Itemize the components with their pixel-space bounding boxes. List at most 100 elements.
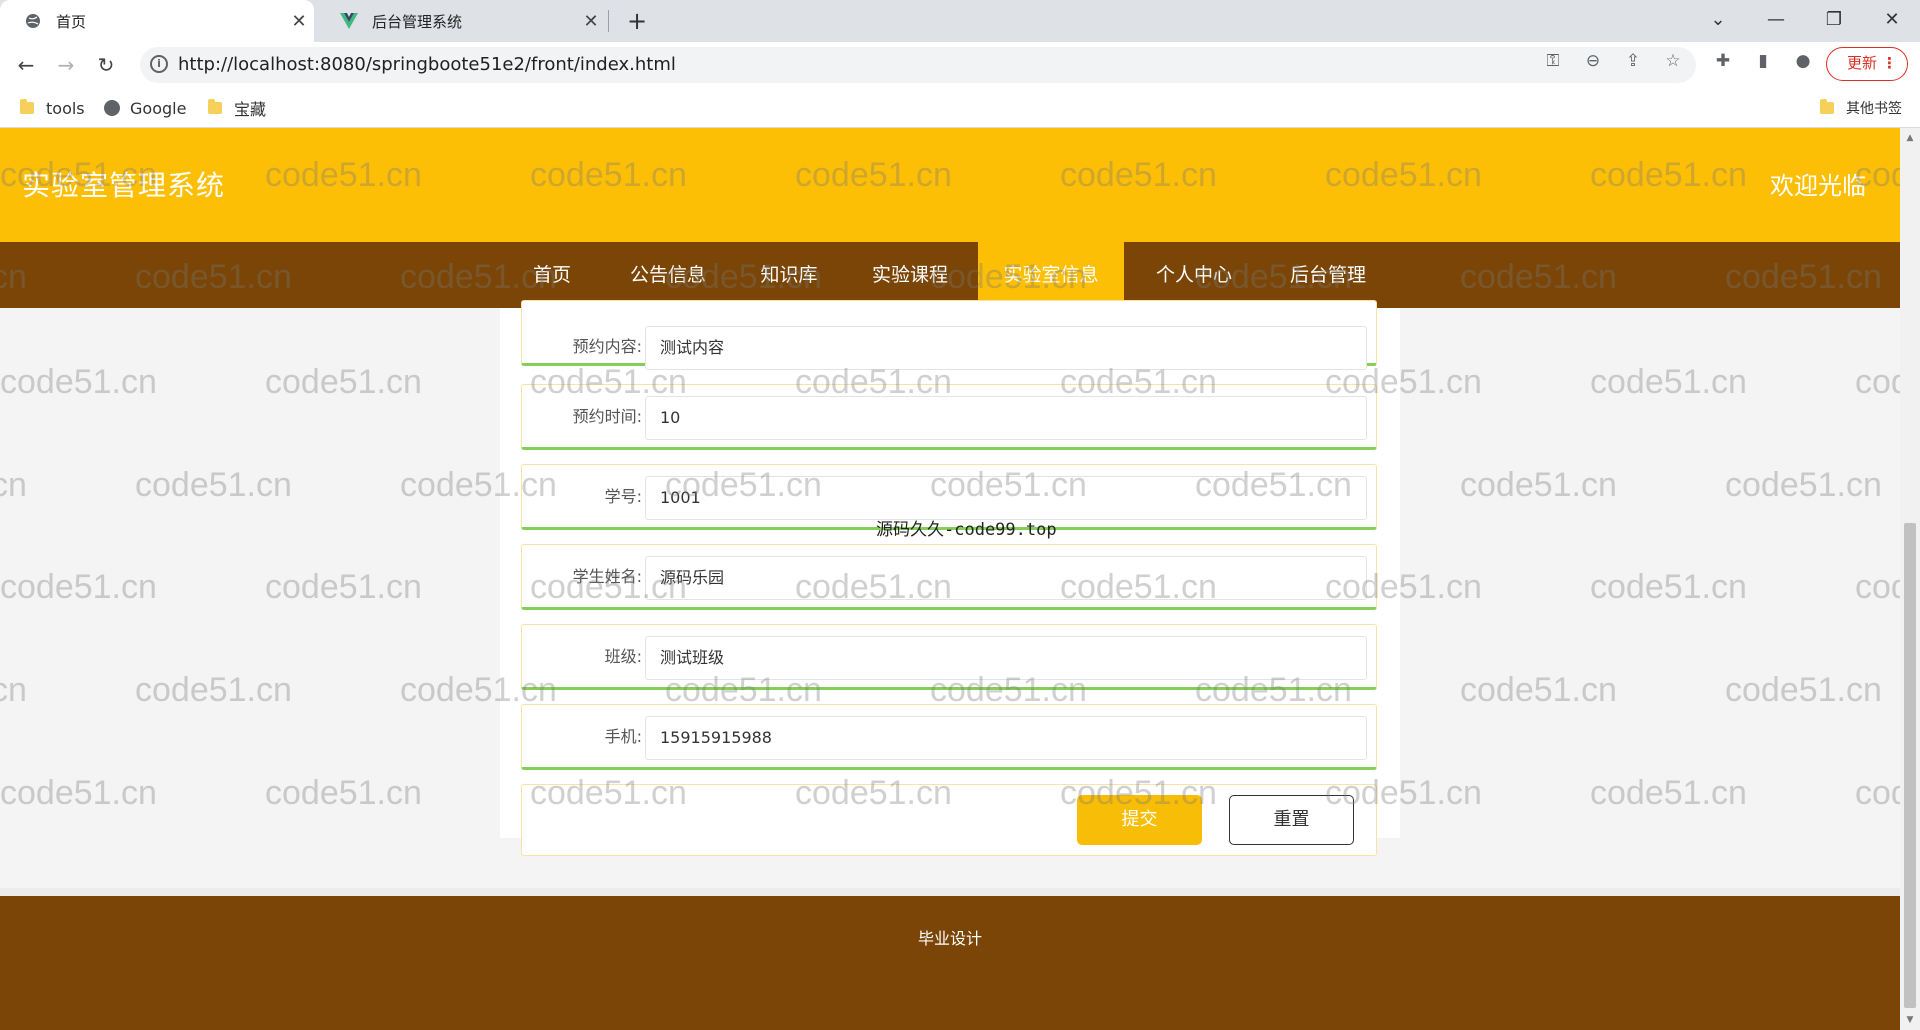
form-row-student-name: 学生姓名: 源码乐园 bbox=[521, 544, 1377, 610]
tab-admin[interactable]: 后台管理系统 ✕ bbox=[316, 0, 606, 42]
globe-icon bbox=[24, 12, 42, 30]
form-row-phone: 手机: 15915915988 bbox=[521, 704, 1377, 770]
nav-admin[interactable]: 后台管理 bbox=[1278, 242, 1378, 308]
form-row-time: 预约时间: 10 bbox=[521, 384, 1377, 450]
watermark-text: code51.cn bbox=[1590, 774, 1747, 812]
minimize-icon[interactable]: — bbox=[1748, 0, 1804, 40]
time-input[interactable]: 10 bbox=[645, 396, 1367, 440]
watermark-text: code51.cn bbox=[265, 363, 422, 401]
site-info-icon[interactable]: i bbox=[150, 55, 168, 73]
side-panel-icon[interactable]: ▮ bbox=[1752, 50, 1774, 72]
student-id-input[interactable]: 1001 bbox=[645, 476, 1367, 520]
tab-title: 首页 bbox=[56, 12, 87, 31]
footer-text: 毕业设计 bbox=[917, 929, 982, 948]
bookmark-label: 宝藏 bbox=[234, 100, 267, 119]
main-nav: 首页 公告信息 知识库 实验课程 实验室信息 个人中心 后台管理 bbox=[0, 242, 1900, 308]
watermark-text: code51.cn bbox=[0, 671, 27, 709]
nav-lab-info[interactable]: 实验室信息 bbox=[978, 242, 1124, 308]
page-viewport: 实验室管理系统 欢迎光临 首页 公告信息 知识库 实验课程 实验室信息 个人中心… bbox=[0, 128, 1900, 1030]
nav-personal[interactable]: 个人中心 bbox=[1144, 242, 1244, 308]
folder-icon bbox=[1820, 99, 1834, 114]
form-actions: 提交 重置 bbox=[521, 784, 1377, 856]
watermark-text: code51.cn bbox=[0, 568, 157, 606]
student-name-input[interactable]: 源码乐园 bbox=[645, 556, 1367, 600]
bookmark-label: tools bbox=[46, 98, 85, 118]
footer-divider bbox=[0, 888, 1900, 896]
folder-icon bbox=[208, 99, 222, 114]
globe-icon bbox=[104, 100, 120, 116]
nav-home[interactable]: 首页 bbox=[512, 242, 592, 308]
watermark-text: code51.cn bbox=[1460, 466, 1617, 504]
tab-divider bbox=[608, 10, 609, 32]
submit-button[interactable]: 提交 bbox=[1077, 795, 1202, 845]
nav-courses[interactable]: 实验课程 bbox=[860, 242, 960, 308]
page-scrollbar[interactable]: ▲ ▼ bbox=[1900, 128, 1920, 1030]
forward-icon[interactable]: → bbox=[52, 51, 80, 79]
nav-notice[interactable]: 公告信息 bbox=[618, 242, 718, 308]
form-row-content: 预约内容: 测试内容 bbox=[521, 300, 1377, 370]
bookmark-tools[interactable]: tools bbox=[20, 88, 85, 128]
watermark-text: code51.cn bbox=[265, 774, 422, 812]
site-title: 实验室管理系统 bbox=[22, 169, 226, 202]
field-label: 预约内容: bbox=[572, 337, 642, 356]
bookmark-google[interactable]: Google bbox=[104, 88, 186, 128]
star-icon[interactable]: ☆ bbox=[1662, 50, 1684, 72]
site-footer: 毕业设计 bbox=[0, 896, 1900, 1030]
watermark-text: code51.cn bbox=[135, 671, 292, 709]
nav-knowledge[interactable]: 知识库 bbox=[744, 242, 834, 308]
extensions-icon[interactable]: ✚ bbox=[1712, 50, 1734, 72]
bookmark-label: 其他书签 bbox=[1846, 101, 1902, 117]
field-label: 学号: bbox=[604, 487, 642, 506]
watermark-text: code51.cn bbox=[1590, 363, 1747, 401]
browser-toolbar: ← → ↻ i http://localhost:8080/springboot… bbox=[0, 42, 1920, 88]
field-label: 预约时间: bbox=[572, 407, 642, 426]
scrollbar-thumb[interactable] bbox=[1904, 523, 1916, 1008]
tab-search-chevron-icon[interactable]: ⌄ bbox=[1690, 0, 1746, 40]
url-text: http://localhost:8080/springboote51e2/fr… bbox=[178, 54, 676, 75]
watermark-text: code51.cn bbox=[1855, 363, 1900, 401]
reset-button[interactable]: 重置 bbox=[1229, 795, 1354, 845]
tab-home[interactable]: 首页 ✕ bbox=[0, 0, 314, 42]
back-icon[interactable]: ← bbox=[12, 51, 40, 79]
restore-icon[interactable]: ❐ bbox=[1806, 0, 1862, 40]
watermark-text: code51.cn bbox=[1725, 466, 1882, 504]
address-bar[interactable]: i http://localhost:8080/springboote51e2/… bbox=[140, 47, 1696, 83]
menu-dots-icon: ⋮ bbox=[1882, 54, 1897, 72]
watermark-text: code51.cn bbox=[1855, 568, 1900, 606]
zoom-icon[interactable]: ⊖ bbox=[1582, 50, 1604, 72]
bookmark-treasure[interactable]: 宝藏 bbox=[208, 88, 266, 128]
watermark-text: code51.cn bbox=[1590, 568, 1747, 606]
content-input[interactable]: 测试内容 bbox=[645, 326, 1367, 370]
new-tab-icon[interactable]: + bbox=[622, 6, 652, 36]
watermark-text: code51.cn bbox=[0, 363, 157, 401]
bookmarks-bar: tools Google 宝藏 其他书签 bbox=[0, 88, 1920, 128]
scroll-up-icon[interactable]: ▲ bbox=[1900, 130, 1920, 146]
close-icon[interactable]: ✕ bbox=[284, 11, 314, 32]
watermark-text: code51.cn bbox=[0, 774, 157, 812]
reload-icon[interactable]: ↻ bbox=[92, 51, 120, 79]
watermark-text: code51.cn bbox=[135, 466, 292, 504]
window-close-icon[interactable]: ✕ bbox=[1864, 0, 1920, 40]
scroll-down-icon[interactable]: ▼ bbox=[1900, 1012, 1920, 1028]
update-button[interactable]: 更新 ⋮ bbox=[1826, 47, 1908, 81]
bookmark-other[interactable]: 其他书签 bbox=[1820, 88, 1902, 128]
watermark-text: code51.cn bbox=[0, 466, 27, 504]
vue-icon bbox=[340, 12, 358, 30]
field-label: 学生姓名: bbox=[572, 567, 642, 586]
form-row-class: 班级: 测试班级 bbox=[521, 624, 1377, 690]
update-label: 更新 bbox=[1847, 54, 1878, 72]
watermark-text: code51.cn bbox=[1855, 774, 1900, 812]
watermark-text: code51.cn bbox=[265, 568, 422, 606]
field-label: 手机: bbox=[604, 727, 642, 746]
field-label: 班级: bbox=[604, 647, 642, 666]
watermark-text: code51.cn bbox=[1460, 671, 1617, 709]
close-icon[interactable]: ✕ bbox=[576, 11, 606, 32]
browser-tabstrip: 首页 ✕ 后台管理系统 ✕ + ⌄ — ❐ ✕ bbox=[0, 0, 1920, 42]
share-icon[interactable]: ⇪ bbox=[1622, 50, 1644, 72]
phone-input[interactable]: 15915915988 bbox=[645, 716, 1367, 760]
overlay-watermark-text: 源码久久-code99.top bbox=[876, 520, 1057, 540]
key-icon[interactable]: ⚿ bbox=[1542, 50, 1564, 72]
class-input[interactable]: 测试班级 bbox=[645, 636, 1367, 680]
bookmark-label: Google bbox=[130, 98, 187, 118]
profile-icon[interactable]: ● bbox=[1792, 50, 1814, 72]
